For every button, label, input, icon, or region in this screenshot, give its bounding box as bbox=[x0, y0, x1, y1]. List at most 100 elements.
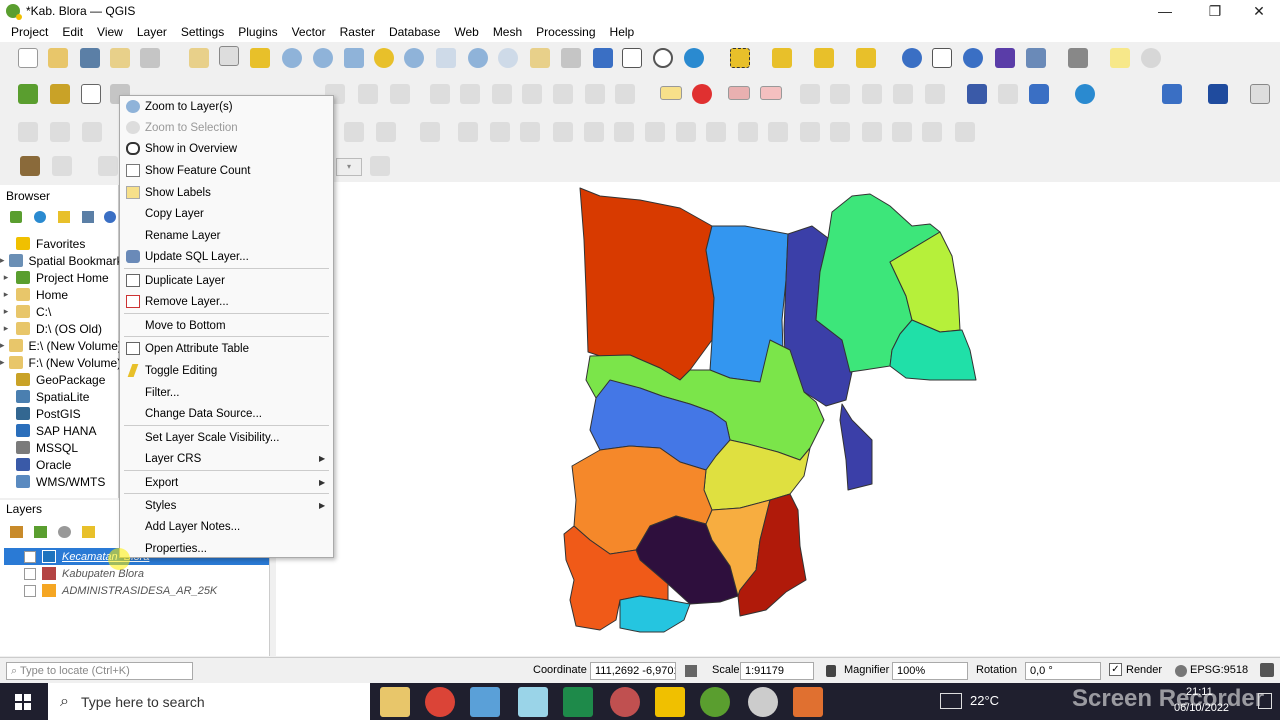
menu-set-layer-scale-visibility[interactable]: Set Layer Scale Visibility... bbox=[120, 427, 333, 448]
label-prop-icon[interactable] bbox=[893, 84, 913, 104]
zoom-native-icon[interactable] bbox=[436, 48, 456, 68]
add-selected-icon[interactable] bbox=[10, 211, 22, 223]
magnifier-field[interactable]: 100% bbox=[892, 662, 968, 680]
browser-item-mssql[interactable]: MSSQL bbox=[0, 439, 119, 456]
file-explorer-icon[interactable] bbox=[380, 687, 410, 717]
menu-rename-layer[interactable]: Rename Layer bbox=[120, 225, 333, 246]
browser-item-geopackage[interactable]: GeoPackage bbox=[0, 371, 119, 388]
toolbar-dim-5-icon[interactable] bbox=[460, 84, 480, 104]
menu-project[interactable]: Project bbox=[4, 25, 55, 39]
zoom-out-icon[interactable] bbox=[313, 48, 333, 68]
pan-to-selection-icon[interactable] bbox=[250, 48, 270, 68]
locator-input[interactable]: ⌕ Type to locate (Ctrl+K) bbox=[6, 662, 193, 680]
filter-legend-icon[interactable] bbox=[82, 526, 95, 538]
digitize-v-icon[interactable] bbox=[922, 122, 942, 142]
new-3d-view-icon[interactable] bbox=[561, 48, 581, 68]
layer-row-administrasi[interactable]: ADMINISTRASIDESA_AR_25K bbox=[4, 582, 269, 599]
digitize-i-icon[interactable] bbox=[520, 122, 540, 142]
zoom-full-icon[interactable] bbox=[344, 48, 364, 68]
digitize-e-icon[interactable] bbox=[376, 122, 396, 142]
toolbar-dim-2-icon[interactable] bbox=[358, 84, 378, 104]
weather-icon[interactable] bbox=[940, 693, 962, 709]
zoom-last-icon[interactable] bbox=[468, 48, 488, 68]
zoom-to-selection-icon[interactable] bbox=[374, 48, 394, 68]
menu-change-data-source[interactable]: Change Data Source... bbox=[120, 403, 333, 424]
extents-icon[interactable] bbox=[685, 665, 697, 677]
temporal-controller-icon[interactable] bbox=[653, 48, 673, 68]
add-vector-layer-icon[interactable] bbox=[18, 84, 38, 104]
map-canvas[interactable] bbox=[276, 182, 1280, 656]
digitize-l-icon[interactable] bbox=[614, 122, 634, 142]
menu-help[interactable]: Help bbox=[603, 25, 642, 39]
move-label-icon[interactable] bbox=[800, 84, 820, 104]
digitize-j-icon[interactable] bbox=[553, 122, 573, 142]
menu-layer[interactable]: Layer bbox=[130, 25, 174, 39]
close-button[interactable]: ✕ bbox=[1236, 0, 1280, 22]
browser-item-home[interactable]: ▸ Home bbox=[0, 286, 119, 303]
lock-icon[interactable] bbox=[826, 665, 836, 677]
digitize-r-icon[interactable] bbox=[800, 122, 820, 142]
digitize-p-icon[interactable] bbox=[738, 122, 758, 142]
access-icon[interactable] bbox=[563, 687, 593, 717]
minimize-button[interactable]: — bbox=[1142, 0, 1188, 22]
menu-toggle-editing[interactable]: Toggle Editing bbox=[120, 360, 333, 381]
field-dropdown[interactable]: ▾ bbox=[336, 158, 362, 176]
browser-item-sap-hana[interactable]: SAP HANA bbox=[0, 422, 119, 439]
undo-icon[interactable] bbox=[585, 84, 605, 104]
add-group-icon[interactable] bbox=[34, 526, 47, 538]
menu-move-to-bottom[interactable]: Move to Bottom bbox=[120, 315, 333, 336]
add-delimited-text-icon[interactable] bbox=[81, 84, 101, 104]
paste-features-icon[interactable] bbox=[553, 84, 573, 104]
browser-item-wms[interactable]: WMS/WMTS bbox=[0, 473, 119, 490]
layer-row-kabupaten[interactable]: Kabupaten Blora bbox=[4, 565, 269, 582]
select-features-icon[interactable] bbox=[730, 48, 750, 68]
processing-toolbox-icon[interactable] bbox=[963, 48, 983, 68]
pan-icon[interactable] bbox=[219, 46, 239, 66]
new-map-view-icon[interactable] bbox=[530, 48, 550, 68]
render-checkbox[interactable]: ✓ bbox=[1109, 663, 1122, 676]
python-console-icon[interactable] bbox=[1162, 84, 1182, 104]
attributes-tool-icon[interactable] bbox=[20, 156, 40, 176]
statistics-icon[interactable] bbox=[995, 48, 1015, 68]
pin-labels-icon[interactable] bbox=[728, 86, 750, 100]
zoom-to-layer-icon[interactable] bbox=[404, 48, 424, 68]
layer-visibility-checkbox[interactable] bbox=[24, 567, 36, 580]
rotate-label-icon[interactable] bbox=[830, 84, 850, 104]
digitize-k-icon[interactable] bbox=[584, 122, 604, 142]
settings-gear-icon[interactable] bbox=[748, 687, 778, 717]
browser-item-postgis[interactable]: PostGIS bbox=[0, 405, 119, 422]
menu-duplicate-layer[interactable]: Duplicate Layer bbox=[120, 270, 333, 291]
manage-visibility-icon[interactable] bbox=[58, 526, 71, 538]
browser-item-favorites[interactable]: Favorites bbox=[0, 235, 119, 252]
attributes-tool-4-icon[interactable] bbox=[370, 156, 390, 176]
browser-item-c-drive[interactable]: ▸ C:\ bbox=[0, 303, 119, 320]
crs-button[interactable]: EPSG:9518 bbox=[1190, 664, 1248, 676]
toolbar-dim-3-icon[interactable] bbox=[390, 84, 410, 104]
save-project-icon[interactable] bbox=[80, 48, 100, 68]
digitize-m-icon[interactable] bbox=[645, 122, 665, 142]
select-by-value-icon[interactable] bbox=[772, 48, 792, 68]
digitize-q-icon[interactable] bbox=[768, 122, 788, 142]
show-bookmarks-icon[interactable] bbox=[622, 48, 642, 68]
digitize-t-icon[interactable] bbox=[862, 122, 882, 142]
digitize-u-icon[interactable] bbox=[892, 122, 912, 142]
browser-item-spatialite[interactable]: SpatiaLite bbox=[0, 388, 119, 405]
select-location-icon[interactable] bbox=[856, 48, 876, 68]
browser-filter-icon[interactable] bbox=[58, 211, 70, 223]
browser-item-d-drive[interactable]: ▸ D:\ (OS Old) bbox=[0, 320, 119, 337]
open-field-calc-icon[interactable] bbox=[1026, 48, 1046, 68]
menu-database[interactable]: Database bbox=[382, 25, 447, 39]
zoom-next-icon[interactable] bbox=[498, 48, 518, 68]
chrome-icon[interactable] bbox=[425, 687, 455, 717]
qgis-taskbar-icon[interactable] bbox=[700, 687, 730, 717]
layer-visibility-checkbox[interactable]: ✓ bbox=[24, 550, 36, 563]
app-icon[interactable] bbox=[610, 687, 640, 717]
menu-show-labels[interactable]: Show Labels bbox=[120, 182, 333, 203]
rotation-field[interactable]: 0,0 ° bbox=[1025, 662, 1101, 680]
digitize-w-icon[interactable] bbox=[955, 122, 975, 142]
measure-icon[interactable] bbox=[1068, 48, 1088, 68]
menu-settings[interactable]: Settings bbox=[174, 25, 231, 39]
browser-item-oracle[interactable]: Oracle bbox=[0, 456, 119, 473]
map-tips-icon[interactable] bbox=[1110, 48, 1130, 68]
menu-export[interactable]: Export ▶ bbox=[120, 472, 333, 493]
